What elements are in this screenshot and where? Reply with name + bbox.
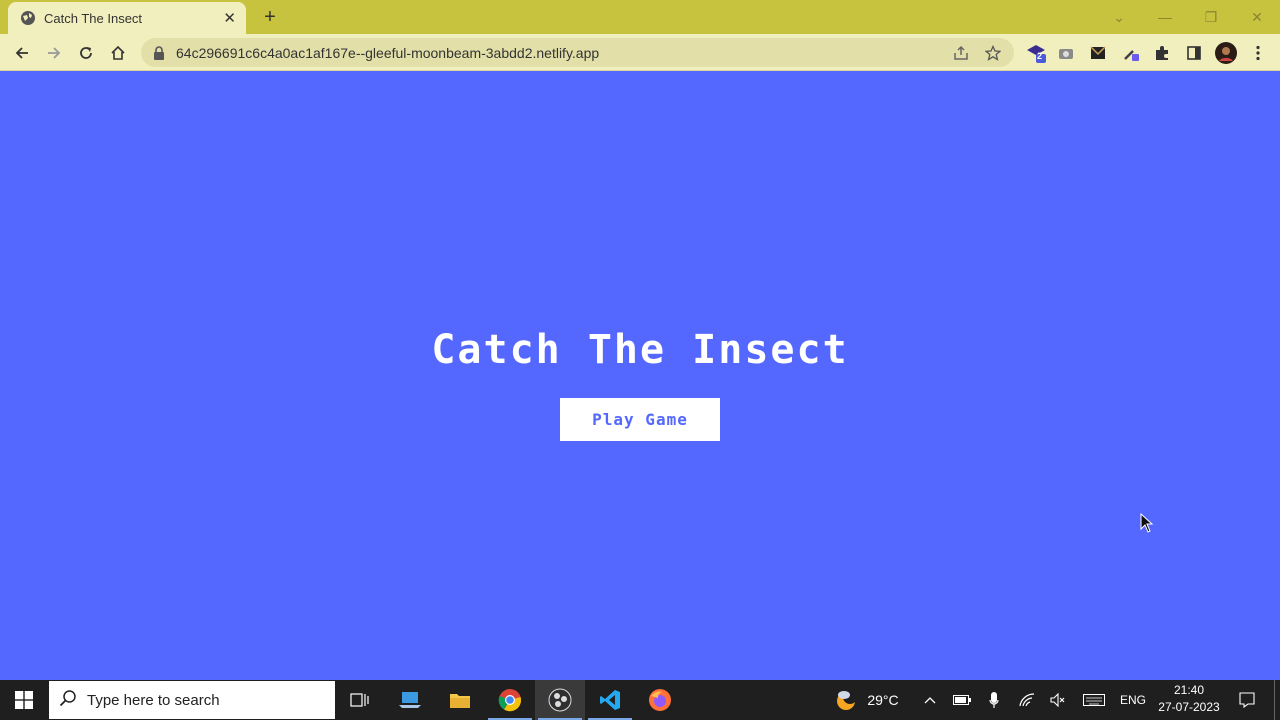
chrome-icon[interactable] — [485, 680, 535, 720]
new-tab-button[interactable]: + — [258, 6, 282, 28]
minimize-icon[interactable]: — — [1142, 9, 1188, 25]
windows-logo-icon — [15, 691, 33, 709]
back-icon[interactable] — [9, 40, 35, 66]
windows-taskbar: Type here to search 29°C ENG 21:40 27-07… — [0, 680, 1280, 720]
task-view-icon[interactable] — [335, 680, 385, 720]
address-bar[interactable]: 64c296691c6c4a0ac1af167e--gleeful-moonbe… — [141, 38, 1014, 67]
firefox-icon[interactable] — [635, 680, 685, 720]
start-button[interactable] — [0, 680, 48, 720]
system-clock[interactable]: 21:40 27-07-2023 — [1152, 682, 1226, 718]
home-icon[interactable] — [105, 40, 131, 66]
search-icon — [59, 689, 77, 712]
microphone-icon[interactable] — [982, 680, 1006, 720]
search-placeholder: Type here to search — [87, 691, 220, 709]
weather-icon[interactable] — [832, 680, 860, 720]
weather-temperature[interactable]: 29°C — [862, 680, 904, 720]
forward-icon[interactable] — [41, 40, 67, 66]
tab-title: Catch The Insect — [44, 10, 143, 26]
laptop-app-icon[interactable] — [385, 680, 435, 720]
browser-tab[interactable]: Catch The Insect ✕ — [8, 2, 246, 34]
game-page: Catch The Insect Play Game — [0, 72, 1280, 680]
menu-kebab-icon[interactable] — [1245, 40, 1271, 66]
show-desktop-divider[interactable] — [1274, 680, 1275, 720]
restore-icon[interactable]: ❐ — [1188, 9, 1234, 26]
globe-icon — [20, 10, 36, 26]
lock-icon[interactable] — [153, 45, 167, 60]
play-game-button[interactable]: Play Game — [560, 398, 720, 441]
side-panel-icon[interactable] — [1181, 40, 1207, 66]
battery-icon[interactable] — [950, 680, 974, 720]
tab-strip: Catch The Insect ✕ + ⌄ — ❐ ✕ — [0, 0, 1280, 34]
extension-graduation-icon[interactable]: 2 — [1023, 40, 1049, 66]
keyboard-icon[interactable] — [1082, 680, 1106, 720]
extension-badge: 2 — [1037, 51, 1043, 61]
clock-time: 21:40 — [1173, 683, 1205, 697]
notification-icon[interactable] — [1234, 680, 1260, 720]
window-controls: ⌄ — ❐ ✕ — [1096, 0, 1280, 34]
bookmark-star-icon[interactable] — [982, 42, 1004, 64]
extensions-puzzle-icon[interactable] — [1149, 40, 1175, 66]
url-text[interactable]: 64c296691c6c4a0ac1af167e--gleeful-moonbe… — [176, 45, 940, 61]
profile-avatar[interactable] — [1213, 40, 1239, 66]
wifi-icon[interactable] — [1015, 680, 1039, 720]
taskbar-search-box[interactable]: Type here to search — [49, 681, 335, 719]
file-explorer-icon[interactable] — [435, 680, 485, 720]
speaker-muted-icon[interactable] — [1046, 680, 1070, 720]
browser-toolbar: 64c296691c6c4a0ac1af167e--gleeful-moonbe… — [0, 34, 1280, 71]
language-indicator[interactable]: ENG — [1117, 680, 1149, 720]
reload-icon[interactable] — [73, 40, 99, 66]
clock-date: 27-07-2023 — [1158, 700, 1220, 714]
tab-close-icon[interactable]: ✕ — [223, 11, 236, 26]
chevron-up-icon[interactable] — [918, 680, 942, 720]
camera-extension-icon[interactable] — [1053, 40, 1079, 66]
game-title: Catch The Insect — [431, 327, 849, 373]
share-icon[interactable] — [950, 42, 972, 64]
eyedropper-extension-icon[interactable] — [1118, 40, 1144, 66]
mail-extension-icon[interactable] — [1085, 40, 1111, 66]
obs-studio-icon[interactable] — [535, 680, 585, 720]
close-window-icon[interactable]: ✕ — [1234, 9, 1280, 26]
tab-search-icon[interactable]: ⌄ — [1096, 9, 1142, 26]
vscode-icon[interactable] — [585, 680, 635, 720]
mouse-cursor-icon — [1140, 512, 1154, 538]
